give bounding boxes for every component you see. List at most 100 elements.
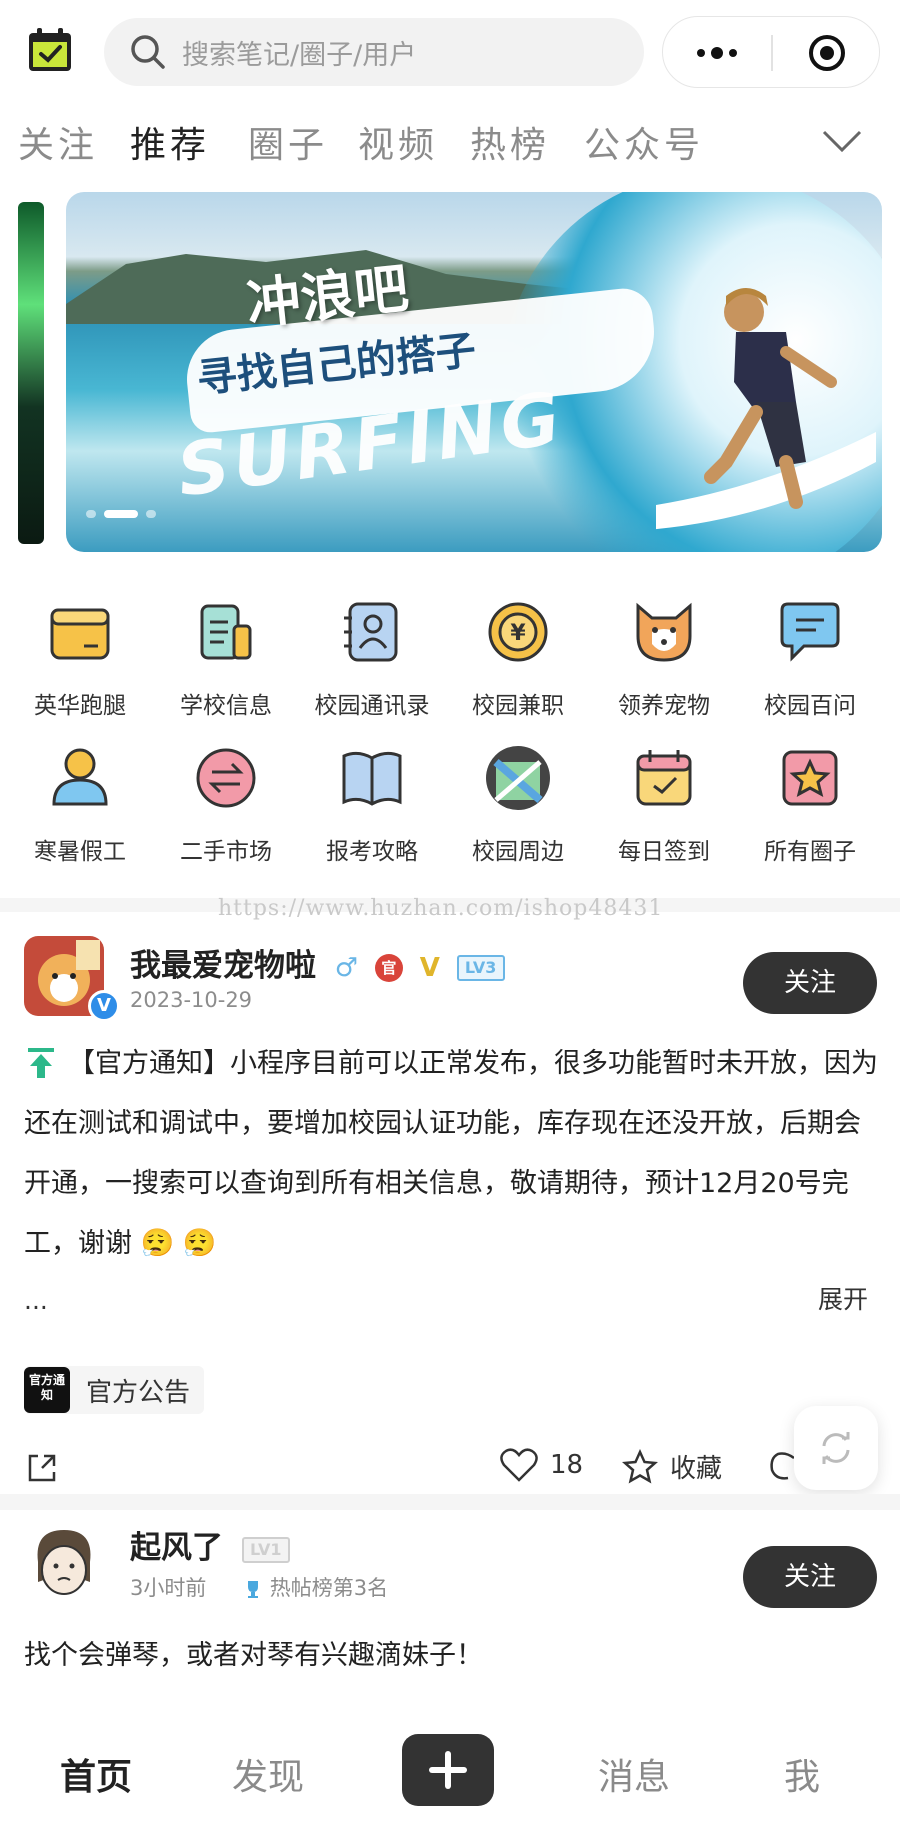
banner-prev-slide[interactable] (18, 202, 44, 544)
like-button[interactable]: 18 (500, 1448, 583, 1482)
grid-label: 校园兼职 (472, 693, 564, 719)
like-count: 18 (550, 1450, 584, 1480)
calendar-check-icon[interactable] (26, 26, 74, 74)
grid-item-contacts[interactable]: 校园通讯录 (299, 596, 445, 720)
nav-messages[interactable]: 消息 (598, 1748, 670, 1800)
map-icon (486, 746, 550, 810)
nav-discover[interactable]: 发现 (232, 1748, 304, 1800)
grid-item-campus-qa[interactable]: 校园百问 (737, 596, 883, 720)
tab-recommend[interactable]: 推荐 (130, 116, 210, 168)
yuan-coin-icon: ¥ (488, 602, 548, 662)
follow-button[interactable]: 关注 (743, 1546, 877, 1608)
post-date: 2023-10-29 (130, 988, 253, 1012)
watermark-text: https://www.huzhan.com/ishop48431 (218, 896, 664, 921)
exchange-icon (196, 748, 256, 808)
category-tabs: 关注 推荐 圈子 视频 热榜 公众号 (0, 116, 900, 176)
post-actions: 18 收藏 (0, 1436, 900, 1496)
target-close-icon[interactable] (773, 17, 881, 89)
calendar-check-icon (636, 750, 692, 806)
section-divider (0, 1494, 900, 1510)
tab-following[interactable]: 关注 (18, 116, 98, 168)
star-card-icon (782, 750, 838, 806)
grid-item-school-info[interactable]: 学校信息 (153, 596, 299, 720)
circle-tag-label: 官方公告 (86, 1377, 191, 1408)
tab-circles[interactable]: 圈子 (248, 116, 328, 168)
grid-item-all-circles[interactable]: 所有圈子 (737, 742, 883, 866)
username-text: 起风了 (130, 1530, 223, 1566)
tab-official-account[interactable]: 公众号 (584, 116, 704, 168)
refresh-floating-button[interactable] (794, 1406, 878, 1490)
grid-label: 英华跑腿 (34, 693, 126, 719)
grid-item-daily-checkin[interactable]: 每日签到 (591, 742, 737, 866)
follow-button[interactable]: 关注 (743, 952, 877, 1014)
grid-item-vacation-job[interactable]: 寒暑假工 (7, 742, 153, 866)
trophy-icon (248, 1581, 259, 1598)
banner-dot[interactable] (146, 510, 156, 518)
search-icon (131, 35, 165, 69)
vip-badge-icon: V (419, 953, 440, 983)
grid-label: 二手市场 (180, 839, 272, 865)
circle-tag[interactable]: 官方通知 官方公告 (24, 1366, 205, 1414)
grid-label: 校园通讯录 (314, 693, 430, 719)
expand-link[interactable]: 展开 (818, 1280, 868, 1316)
nav-me[interactable]: 我 (784, 1748, 820, 1800)
collect-label: 收藏 (670, 1454, 723, 1484)
publish-button[interactable] (402, 1734, 494, 1806)
official-badge-icon: 官 (374, 953, 403, 982)
avatar[interactable] (24, 1522, 104, 1602)
level-badge: LV3 (456, 954, 505, 981)
bottom-nav: 首页 发现 消息 我 (0, 1718, 900, 1823)
chat-bubble-icon (780, 602, 840, 662)
username-text: 我最爱宠物啦 (130, 948, 316, 984)
grid-label: 报考攻略 (326, 839, 418, 865)
heart-icon (500, 1448, 538, 1482)
hot-rank: 热帖榜第3名 (269, 1576, 389, 1600)
nav-home[interactable]: 首页 (60, 1748, 132, 1800)
grid-label: 学校信息 (180, 693, 272, 719)
verified-badge: V (88, 990, 120, 1022)
tab-video[interactable]: 视频 (358, 116, 438, 168)
grid-item-exam-guide[interactable]: 报考攻略 (299, 742, 445, 866)
banner-dot[interactable] (86, 510, 96, 518)
share-icon[interactable] (24, 1450, 60, 1486)
user-icon (52, 748, 108, 806)
more-dots-icon[interactable] (663, 17, 771, 89)
gender-male-icon: ♂ (334, 953, 359, 983)
grid-item-second-hand[interactable]: 二手市场 (153, 742, 299, 866)
banner-title: 冲浪吧 (243, 256, 412, 337)
grid-label: 领养宠物 (618, 693, 710, 719)
grid-item-part-time[interactable]: ¥ 校园兼职 (445, 596, 591, 720)
grid-label: 所有圈子 (764, 839, 856, 865)
collect-button[interactable]: 收藏 (622, 1448, 722, 1485)
tab-hot[interactable]: 热榜 (470, 116, 550, 168)
grid-item-errand[interactable]: 英华跑腿 (7, 596, 153, 720)
star-icon (622, 1448, 658, 1484)
top-header: 搜索笔记/圈子/用户 (0, 0, 900, 104)
plus-icon (429, 1751, 467, 1789)
book-icon (342, 751, 402, 806)
comment-icon[interactable] (768, 1450, 796, 1484)
search-bar[interactable]: 搜索笔记/圈子/用户 (104, 18, 644, 86)
post-content[interactable]: 【官方通知】小程序目前可以正常发布，很多功能暂时未开放，因为还在测试和调试中，要… (24, 1034, 880, 1274)
grid-label: 寒暑假工 (34, 839, 126, 865)
grid-label: 校园百问 (764, 693, 856, 719)
surfer-illustration (656, 288, 876, 530)
folder-icon (50, 608, 110, 660)
content-ellipsis: ... (24, 1286, 48, 1315)
svg-text:¥: ¥ (510, 621, 526, 646)
chevron-down-icon[interactable] (820, 124, 864, 158)
post-content[interactable]: 找个会弹琴，或者对琴有兴趣滴妹子！ (24, 1634, 880, 1678)
post-time: 3小时前 (130, 1576, 207, 1600)
grid-label: 校园周边 (472, 839, 564, 865)
search-placeholder: 搜索笔记/圈子/用户 (182, 39, 417, 71)
contacts-icon (344, 602, 398, 662)
banner-carousel[interactable]: 冲浪吧 寻找自己的搭子 SURFING (66, 192, 882, 552)
username: 起风了 LV1 (130, 1522, 290, 1567)
grid-item-pet-adopt[interactable]: 领养宠物 (591, 596, 737, 720)
banner-dot-active[interactable] (104, 510, 138, 518)
mini-program-capsule (662, 16, 880, 88)
official-notice-icon: 官方通知 (24, 1367, 70, 1413)
grid-item-campus-around[interactable]: 校园周边 (445, 742, 591, 866)
document-icon (200, 604, 252, 660)
username: 我最爱宠物啦 ♂ 官 V LV3 (130, 940, 505, 985)
